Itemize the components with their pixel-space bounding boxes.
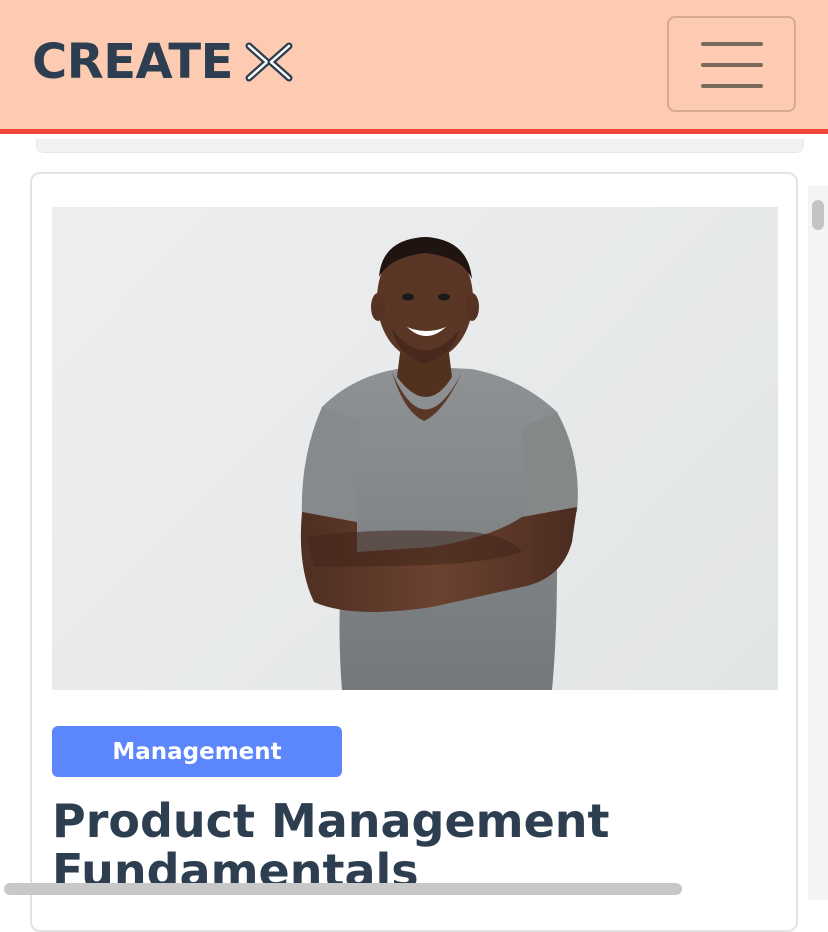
menu-toggle-button[interactable] xyxy=(667,16,796,112)
category-badge[interactable]: Management xyxy=(52,726,342,777)
vertical-scrollbar-track[interactable] xyxy=(808,186,828,900)
logo[interactable]: CREATE xyxy=(32,30,293,94)
course-card[interactable]: Management Product Management Fundamenta… xyxy=(30,172,798,932)
site-header: CREATE xyxy=(0,0,828,134)
smiling-man-photo xyxy=(300,237,578,690)
course-title[interactable]: Product Management Fundamentals xyxy=(52,796,772,896)
horizontal-scrollbar-thumb[interactable] xyxy=(4,883,682,895)
logo-text: CREATE xyxy=(32,34,233,90)
vertical-scrollbar-thumb[interactable] xyxy=(812,200,824,230)
previous-card-bottom xyxy=(36,139,804,153)
course-image[interactable] xyxy=(52,207,778,690)
create-x-mark-icon xyxy=(245,42,293,82)
